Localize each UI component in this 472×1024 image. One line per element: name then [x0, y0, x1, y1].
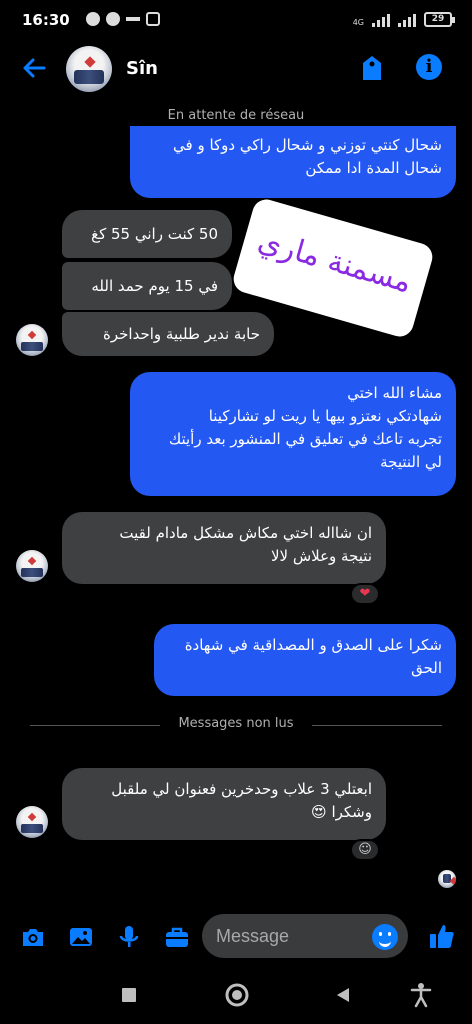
- microphone-icon[interactable]: [116, 924, 142, 950]
- contact-name[interactable]: Sîn: [126, 58, 158, 79]
- sender-avatar: [16, 324, 48, 356]
- divider-line: [312, 725, 442, 726]
- notification-dash-icon: [126, 17, 140, 21]
- home-icon[interactable]: [224, 982, 250, 1008]
- info-icon[interactable]: i: [416, 54, 442, 80]
- status-right: 4G 29: [352, 12, 455, 27]
- battery-icon: 29: [424, 12, 455, 27]
- accessibility-icon[interactable]: [410, 982, 432, 1008]
- back-icon[interactable]: [334, 986, 352, 1004]
- notification-app-icon: [86, 12, 100, 26]
- emoji-icon[interactable]: [372, 924, 398, 950]
- sender-avatar: [16, 806, 48, 838]
- message-incoming[interactable]: حابة ندير طلبية واحداخرة: [62, 312, 274, 356]
- notification-screen-icon: [146, 12, 160, 26]
- sender-avatar: [16, 550, 48, 582]
- signal-icon: [372, 14, 390, 27]
- status-bar: 16:30 4G 29: [0, 0, 472, 40]
- message-outgoing[interactable]: مشاء الله اختي شهادتكي نعتزو بيها يا ريت…: [130, 372, 456, 496]
- network-type: 4G: [352, 18, 364, 27]
- seen-avatar: [438, 870, 456, 888]
- camera-icon[interactable]: [20, 924, 46, 950]
- message-incoming[interactable]: ان شااله اختي مكاش مشكل مادام لقيت نتيجة…: [62, 512, 386, 584]
- tag-icon[interactable]: [360, 54, 384, 82]
- thumbs-up-icon[interactable]: [428, 922, 456, 950]
- contact-avatar[interactable]: [66, 46, 112, 92]
- back-arrow-icon[interactable]: [20, 54, 48, 82]
- network-status: En attente de réseau: [167, 108, 305, 123]
- messenger-notification-icon: [106, 12, 120, 26]
- system-nav-bar: [0, 970, 472, 1024]
- unread-divider: Messages non lus: [30, 716, 442, 736]
- add-reaction-icon[interactable]: ☺: [350, 839, 380, 861]
- message-incoming[interactable]: ابعتلي 3 علاب وحدخرين فعنوان لي ملقبل وش…: [62, 768, 386, 840]
- heart-reaction-icon[interactable]: ❤: [350, 583, 380, 605]
- message-outgoing[interactable]: شكرا على الصدق و المصداقية في شهادة الحق: [154, 624, 456, 696]
- status-time: 16:30: [22, 11, 70, 29]
- recent-apps-icon[interactable]: [120, 986, 138, 1004]
- briefcase-icon[interactable]: [164, 924, 190, 950]
- image-icon[interactable]: [68, 924, 94, 950]
- message-composer: [0, 912, 472, 962]
- notification-icons: [86, 12, 160, 26]
- message-outgoing[interactable]: شحال كنتي توزني و شحال راكي دوكا و في شح…: [130, 126, 456, 198]
- chat-header: Sîn i: [0, 40, 472, 100]
- message-incoming[interactable]: 50 كنت راني 55 كغ: [62, 210, 232, 258]
- unread-label: Messages non lus: [178, 716, 294, 731]
- message-incoming[interactable]: في 15 يوم حمد الله: [62, 262, 232, 310]
- signal-icon-2: [398, 14, 416, 27]
- sticker-text: مسمنة ماري: [254, 223, 416, 301]
